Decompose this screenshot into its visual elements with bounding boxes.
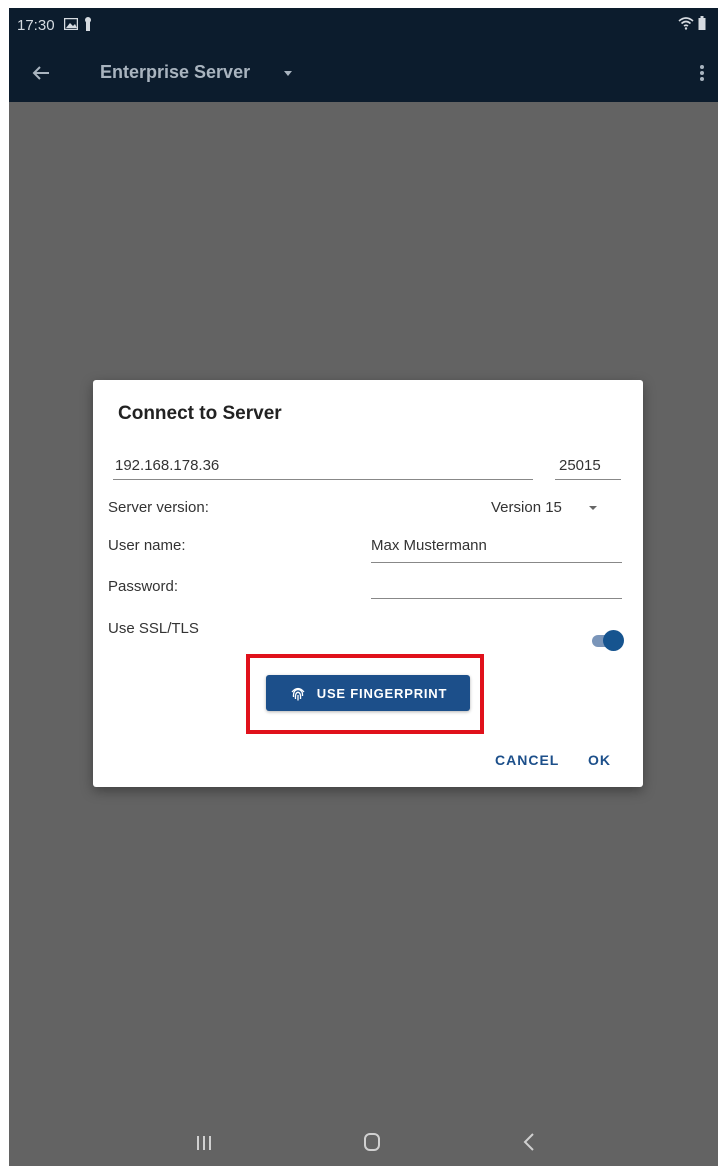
port-input-underline xyxy=(555,479,621,480)
username-label: User name: xyxy=(108,537,186,554)
home-icon[interactable] xyxy=(363,1132,381,1152)
chevron-down-icon xyxy=(588,505,597,510)
wifi-icon xyxy=(678,17,694,30)
use-fingerprint-button[interactable]: USE FINGERPRINT xyxy=(266,675,470,711)
password-label: Password: xyxy=(108,578,179,595)
gallery-icon xyxy=(64,18,78,30)
system-nav-bar xyxy=(9,1118,718,1166)
recents-icon[interactable] xyxy=(194,1134,214,1152)
fingerprint-icon xyxy=(291,687,305,701)
host-input[interactable]: 192.168.178.36 xyxy=(115,457,219,474)
more-vert-icon[interactable] xyxy=(698,61,706,85)
status-time: 17:30 xyxy=(17,17,55,34)
username-input[interactable]: Max Mustermann xyxy=(371,537,487,554)
dropdown-caret-icon[interactable] xyxy=(282,70,294,78)
host-input-underline xyxy=(113,479,533,480)
username-input-underline xyxy=(371,562,622,563)
password-input[interactable] xyxy=(371,578,622,596)
notification-icon xyxy=(85,17,91,31)
ssl-toggle[interactable] xyxy=(592,630,624,651)
server-version-label: Server version: xyxy=(108,499,209,516)
status-left-icons xyxy=(64,17,92,31)
app-bar: Enterprise Server xyxy=(9,44,718,102)
ssl-toggle-thumb xyxy=(603,630,624,651)
use-fingerprint-label: USE FINGERPRINT xyxy=(316,685,448,701)
nav-back-icon[interactable] xyxy=(522,1132,536,1152)
status-right-icons xyxy=(678,16,706,30)
server-version-value: Version 15 xyxy=(491,499,562,516)
dialog-title: Connect to Server xyxy=(118,403,282,424)
ssl-label: Use SSL/TLS xyxy=(108,620,199,637)
status-bar: 17:30 xyxy=(9,8,718,44)
connect-dialog: Connect to Server 192.168.178.36 25015 S… xyxy=(93,380,643,787)
device-screen: 17:30 Enterprise Server Connect to Serve… xyxy=(9,8,718,1166)
password-input-underline xyxy=(371,598,622,599)
server-version-select[interactable]: Version 15 xyxy=(491,499,598,516)
app-title[interactable]: Enterprise Server xyxy=(100,62,250,83)
ok-button[interactable]: OK xyxy=(588,752,611,768)
cancel-button[interactable]: CANCEL xyxy=(495,752,559,768)
port-input[interactable]: 25015 xyxy=(559,457,601,474)
battery-icon xyxy=(698,16,706,30)
back-arrow-icon[interactable] xyxy=(29,61,53,85)
